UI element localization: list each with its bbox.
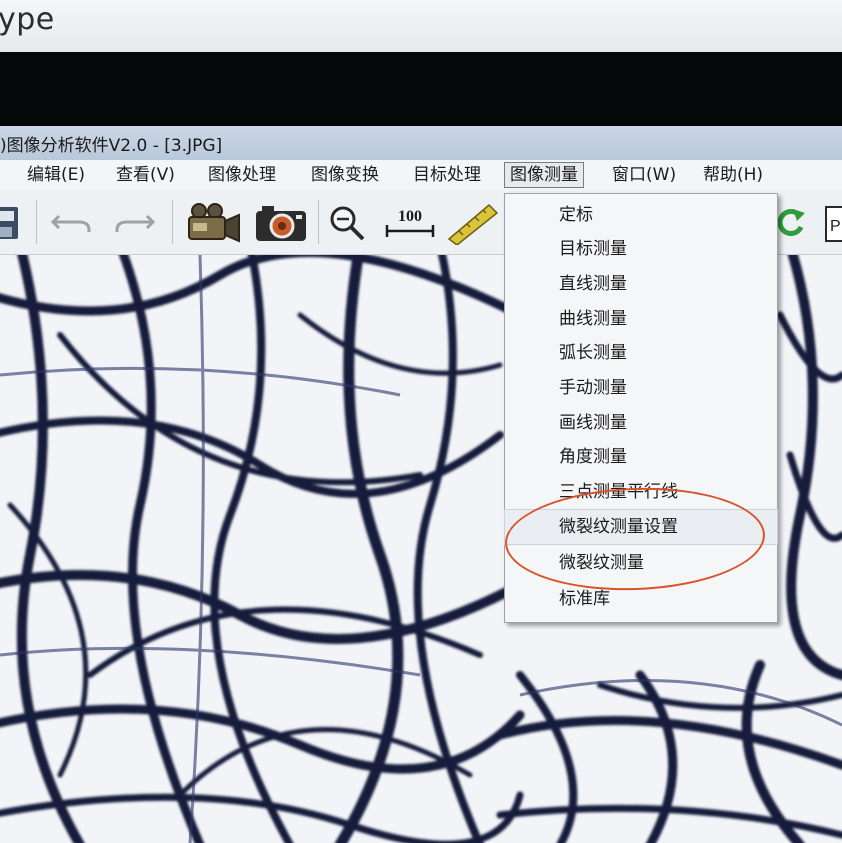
menu-item-draw-line-measure[interactable]: 画线测量: [505, 406, 777, 440]
print-preview-icon: P: [825, 206, 842, 242]
menu-item-label: 手动测量: [559, 378, 627, 398]
menu-item-label: 曲线测量: [559, 309, 627, 329]
menu-image-measurement[interactable]: 图像测量: [504, 162, 584, 188]
video-camera-icon: [188, 203, 240, 243]
menu-help[interactable]: 帮助(H): [698, 163, 768, 187]
snapshot-button[interactable]: [252, 198, 310, 248]
menu-item-label: 三点测量平行线: [559, 482, 678, 502]
scale-bar-icon: 100: [385, 208, 435, 237]
menu-item-calibration[interactable]: 定标: [505, 198, 777, 232]
menu-item-three-point-parallel[interactable]: 三点测量平行线: [505, 475, 777, 509]
refresh-icon: [777, 209, 805, 236]
menu-item-microcrack-measure[interactable]: 微裂纹测量: [505, 546, 777, 580]
redo-button[interactable]: [110, 198, 160, 248]
background-window-title: ype: [0, 2, 55, 37]
menu-item-label: 定标: [559, 205, 593, 225]
menu-item-label: 标准库: [559, 589, 610, 609]
menu-target-processing[interactable]: 目标处理: [408, 163, 486, 187]
menu-item-label: 微裂纹测量: [559, 553, 644, 573]
menu-item-target-measure[interactable]: 目标测量: [505, 232, 777, 266]
camera-icon: [256, 206, 306, 241]
menu-item-microcrack-settings[interactable]: 微裂纹测量设置: [504, 509, 778, 545]
print-preview-button[interactable]: P: [824, 198, 842, 248]
menu-item-label: 角度测量: [559, 447, 627, 467]
menu-window[interactable]: 窗口(W): [607, 163, 681, 187]
undo-button[interactable]: [46, 198, 96, 248]
image-measurement-dropdown: 定标 目标测量 直线测量 曲线测量 弧长测量 手动测量 画线测量 角度测量 三点…: [504, 193, 778, 623]
redo-icon: [115, 214, 156, 232]
menu-item-angle-measure[interactable]: 角度测量: [505, 440, 777, 474]
menu-item-arc-length-measure[interactable]: 弧长测量: [505, 336, 777, 370]
undo-icon: [50, 214, 91, 232]
menu-item-line-measure[interactable]: 直线测量: [505, 267, 777, 301]
video-capture-button[interactable]: [182, 198, 244, 248]
toolbar-separator: [172, 200, 173, 244]
save-button[interactable]: [0, 198, 22, 248]
background-window-strip: ype: [0, 0, 842, 52]
ruler-button[interactable]: [444, 198, 500, 248]
print-preview-letter: P: [830, 218, 841, 235]
menu-item-standard-library[interactable]: 标准库: [505, 582, 777, 616]
menu-item-curve-measure[interactable]: 曲线测量: [505, 302, 777, 336]
menu-view[interactable]: 查看(V): [111, 163, 180, 187]
menu-item-label: 微裂纹测量设置: [559, 517, 678, 537]
toolbar-separator: [318, 200, 319, 244]
menu-bar: 编辑(E) 查看(V) 图像处理 图像变换 目标处理 图像测量 窗口(W) 帮助…: [0, 160, 842, 191]
scale-bar-label: 100: [398, 208, 422, 225]
menu-item-manual-measure[interactable]: 手动测量: [505, 371, 777, 405]
save-icon: [0, 207, 18, 239]
menu-image-transform[interactable]: 图像变换: [306, 163, 384, 187]
menu-edit[interactable]: 编辑(E): [22, 163, 90, 187]
scale-bar-button[interactable]: 100: [382, 198, 438, 248]
menu-item-label: 直线测量: [559, 274, 627, 294]
menu-item-label: 画线测量: [559, 413, 627, 433]
window-titlebar: )图像分析软件V2.0 - [3.JPG]: [0, 126, 842, 160]
ruler-icon: [447, 203, 499, 245]
menu-item-label: 弧长测量: [559, 343, 627, 363]
window-title: )图像分析软件V2.0 - [3.JPG]: [0, 136, 223, 156]
monitor-bezel-band: [0, 52, 842, 126]
zoom-out-button[interactable]: [324, 198, 370, 248]
menu-image-processing[interactable]: 图像处理: [203, 163, 281, 187]
menu-item-label: 目标测量: [559, 239, 627, 259]
toolbar-separator: [36, 200, 37, 244]
zoom-out-icon: [330, 206, 365, 241]
